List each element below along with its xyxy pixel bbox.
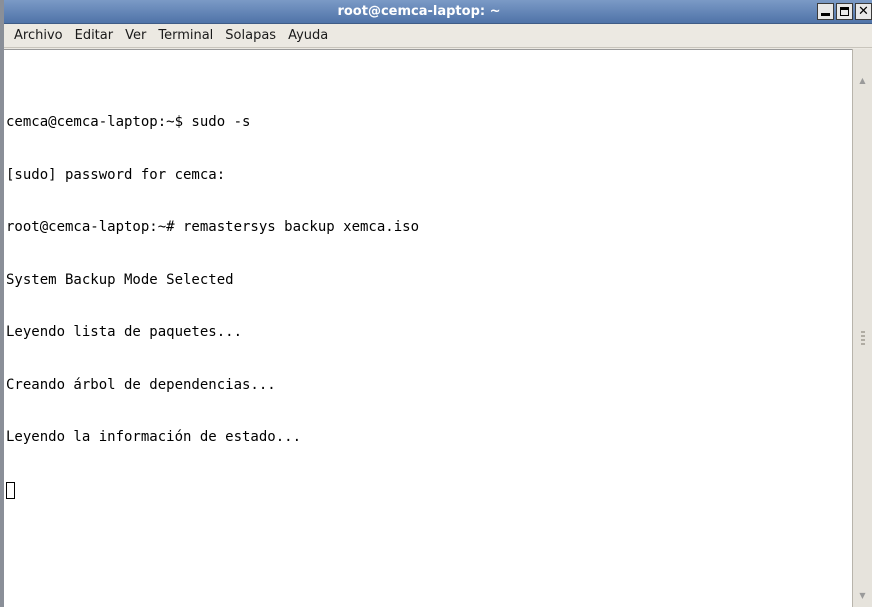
terminal-text: cemca@cemca-laptop:~$ sudo -s [sudo] pas… xyxy=(6,79,419,534)
close-icon: ✕ xyxy=(858,4,869,19)
terminal-line: Leyendo la información de estado... xyxy=(6,429,302,445)
menu-ayuda[interactable]: Ayuda xyxy=(288,28,328,43)
menu-ver[interactable]: Ver xyxy=(125,28,146,43)
minimize-icon xyxy=(821,13,830,16)
menu-editar[interactable]: Editar xyxy=(75,28,114,43)
terminal-line: [sudo] password for cemca: xyxy=(6,166,226,183)
title-bar[interactable]: root@cemca-laptop: ~ ✕ xyxy=(4,0,872,24)
scroll-grip-icon[interactable] xyxy=(861,331,865,345)
maximize-icon xyxy=(840,7,849,16)
terminal-cursor-line xyxy=(6,481,419,500)
scroll-down-icon[interactable]: ▼ xyxy=(855,588,870,603)
close-button[interactable]: ✕ xyxy=(855,3,872,20)
menu-archivo[interactable]: Archivo xyxy=(14,28,63,43)
scroll-up-icon[interactable]: ▲ xyxy=(855,73,870,88)
menu-bar: Archivo Editar Ver Terminal Solapas Ayud… xyxy=(4,24,872,48)
menu-solapas[interactable]: Solapas xyxy=(225,28,276,43)
terminal-line: Leyendo lista de paquetes... xyxy=(6,324,243,340)
text-cursor xyxy=(6,481,15,499)
menu-terminal[interactable]: Terminal xyxy=(158,28,213,43)
maximize-button[interactable] xyxy=(836,3,853,20)
terminal-line: System Backup Mode Selected xyxy=(6,271,234,288)
minimize-button[interactable] xyxy=(817,3,834,20)
terminal-window: root@cemca-laptop: ~ ✕ Archivo Editar Ve… xyxy=(0,0,872,607)
window-controls: ✕ xyxy=(817,3,872,21)
terminal-line: Creando árbol de dependencias... xyxy=(6,376,276,393)
window-title: root@cemca-laptop: ~ xyxy=(337,4,501,19)
terminal-output-area[interactable]: cemca@cemca-laptop:~$ sudo -s [sudo] pas… xyxy=(4,49,856,607)
terminal-line: cemca@cemca-laptop:~$ sudo -s xyxy=(6,114,251,130)
terminal-line: root@cemca-laptop:~# remastersys backup … xyxy=(6,219,420,235)
vertical-scrollbar[interactable]: ▲ ▼ xyxy=(852,49,872,607)
